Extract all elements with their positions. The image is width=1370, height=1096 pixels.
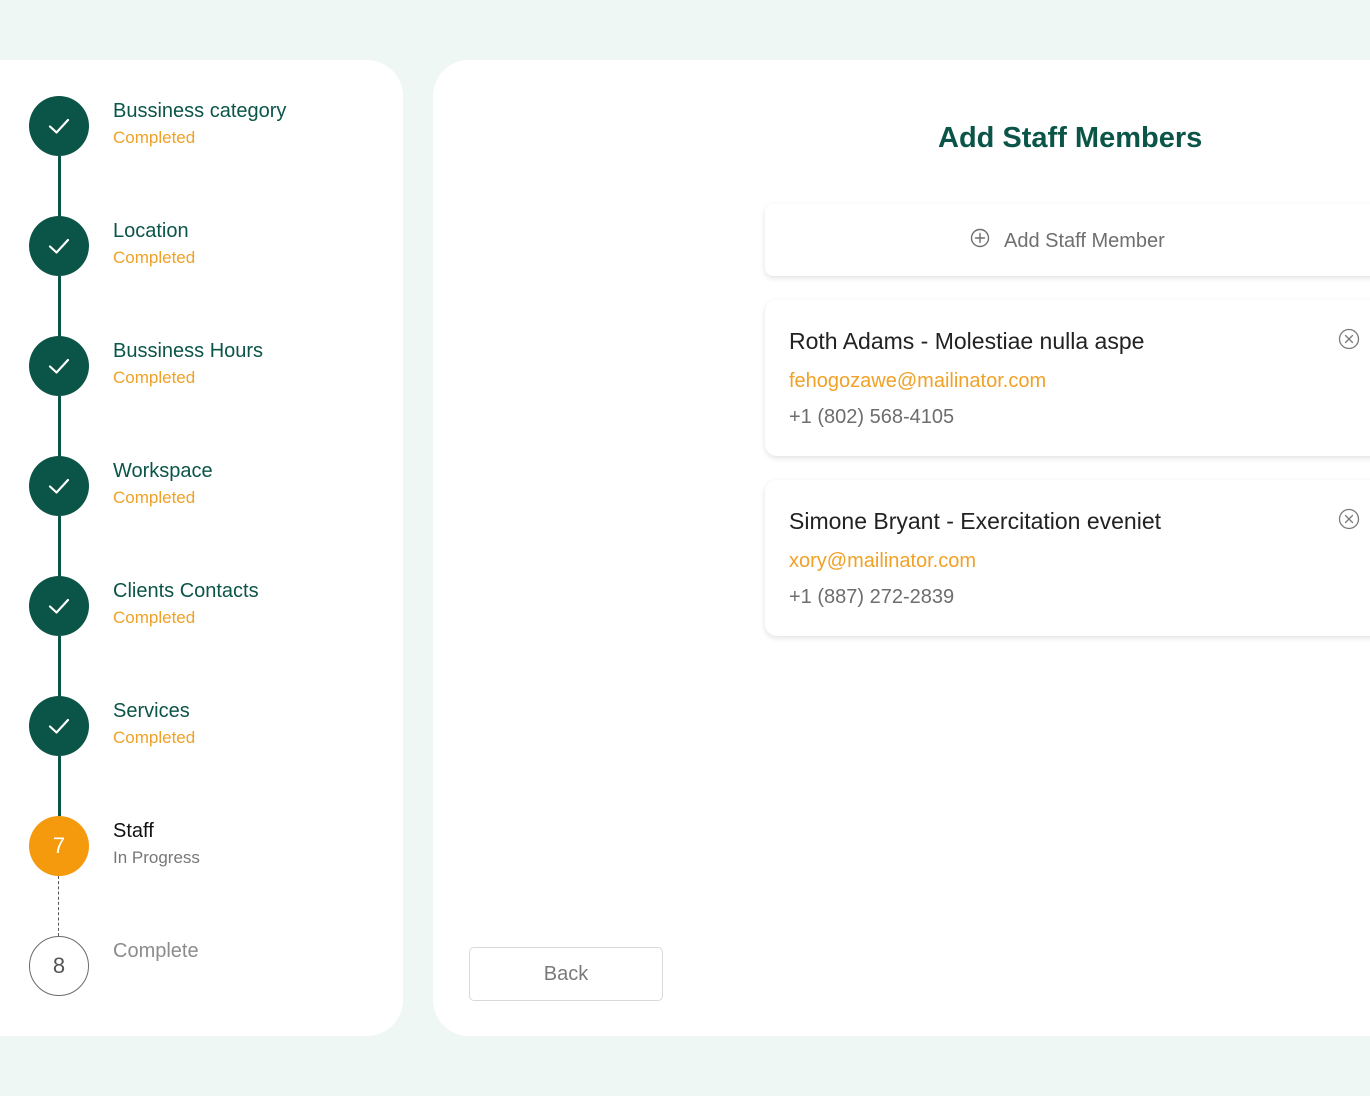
back-button[interactable]: Back <box>469 947 663 1001</box>
staff-email: fehogozawe@mailinator.com <box>789 370 1047 392</box>
step-status: Completed <box>113 488 196 507</box>
step-title: Location <box>113 220 189 242</box>
check-icon <box>29 96 89 156</box>
add-staff-member-button[interactable]: Add Staff Member <box>765 204 1370 276</box>
step-status: Completed <box>113 728 196 747</box>
staff-card: Roth Adams - Molestiae nulla aspe fehogo… <box>765 300 1370 456</box>
add-staff-member-label: Add Staff Member <box>1004 229 1165 252</box>
step-number-badge: 8 <box>29 936 89 996</box>
step-services[interactable]: Services Completed <box>0 696 400 756</box>
step-business-category[interactable]: Bussiness category Completed <box>0 96 400 156</box>
step-status: Completed <box>113 248 196 267</box>
remove-staff-icon[interactable] <box>1338 508 1360 530</box>
step-title: Services <box>113 700 190 722</box>
step-connector <box>58 516 61 576</box>
check-icon <box>29 456 89 516</box>
step-connector-pending <box>58 876 59 936</box>
check-icon <box>29 696 89 756</box>
staff-card: Simone Bryant - Exercitation eveniet xor… <box>765 480 1370 636</box>
step-clients-contacts[interactable]: Clients Contacts Completed <box>0 576 400 636</box>
step-number-badge: 7 <box>29 816 89 876</box>
plus-circle-icon <box>970 228 990 254</box>
step-connector <box>58 396 61 456</box>
step-business-hours[interactable]: Bussiness Hours Completed <box>0 336 400 396</box>
step-title: Complete <box>113 940 199 962</box>
step-status: Completed <box>113 128 196 147</box>
step-connector <box>58 276 61 336</box>
step-staff[interactable]: 7 Staff In Progress <box>0 816 400 876</box>
step-title: Staff <box>113 820 154 842</box>
staff-email: xory@mailinator.com <box>789 550 977 572</box>
check-icon <box>29 336 89 396</box>
step-complete: 8 Complete <box>0 936 400 996</box>
step-status: Completed <box>113 368 196 387</box>
page-title: Add Staff Members <box>938 122 1203 154</box>
staff-name: Simone Bryant - Exercitation eveniet <box>789 508 1162 534</box>
step-title: Bussiness category <box>113 100 287 122</box>
step-status: In Progress <box>113 848 200 867</box>
step-status: Completed <box>113 608 196 627</box>
step-connector <box>58 636 61 696</box>
staff-name: Roth Adams - Molestiae nulla aspe <box>789 328 1145 354</box>
step-title: Clients Contacts <box>113 580 259 602</box>
check-icon <box>29 216 89 276</box>
step-connector <box>58 156 61 216</box>
staff-phone: +1 (802) 568-4105 <box>789 406 955 428</box>
step-connector <box>58 756 61 816</box>
remove-staff-icon[interactable] <box>1338 328 1360 350</box>
check-icon <box>29 576 89 636</box>
staff-phone: +1 (887) 272-2839 <box>789 586 955 608</box>
step-title: Workspace <box>113 460 213 482</box>
step-title: Bussiness Hours <box>113 340 264 362</box>
step-workspace[interactable]: Workspace Completed <box>0 456 400 516</box>
step-location[interactable]: Location Completed <box>0 216 400 276</box>
